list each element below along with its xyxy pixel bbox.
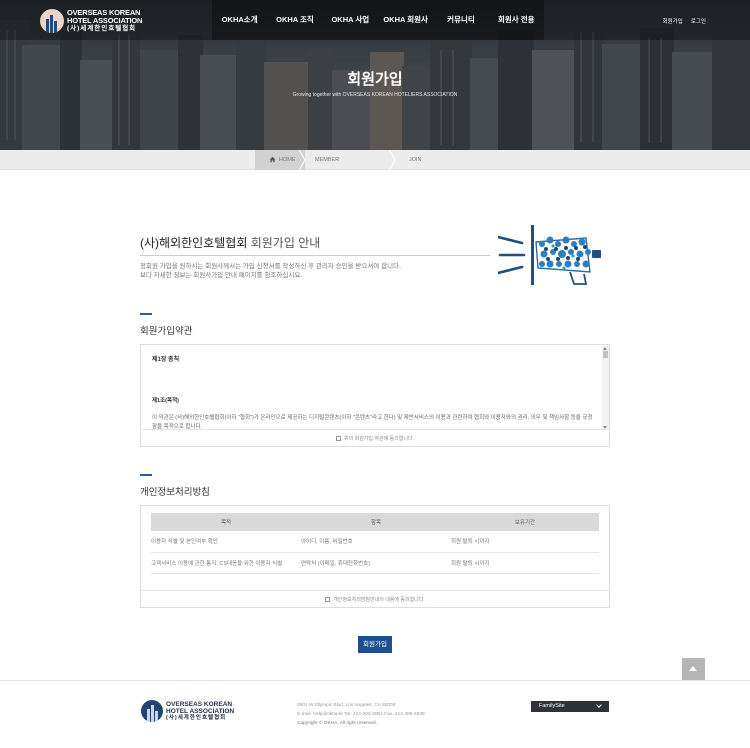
table-row: 고객서비스 이용에 관한 통지, CS대응을 위한 이용자 식별 연락처 (이메… [151,552,599,574]
terms-box: 제1장 총칙 제1조(목적) 이 약관은 (사)해외한인호텔협회(이하 "협회"… [140,344,610,447]
terms-article: 제1조(목적) [152,398,179,404]
breadcrumb-join[interactable]: JOIN [395,150,475,170]
site-logo[interactable]: OVERSEAS KOREAN HOTEL ASSOCIATION (사)세계한… [40,9,142,33]
breadcrumb-separator-icon [389,150,396,170]
login-link[interactable]: 로그인 [691,17,706,25]
family-site-select[interactable]: FamilySite [531,701,609,712]
intro-title-light: 회원가입 안내 [247,236,321,250]
page-title: 회원가입 [347,71,403,88]
column-header-purpose: 목적 [151,513,301,531]
privacy-agree[interactable]: 개인정보처리방침안내의 내용에 동의합니다. [141,596,609,603]
footer-copyright: Copyright © OKHA. All right reserved. [297,721,378,726]
scroll-up-icon[interactable] [603,347,607,350]
privacy-box: 목적 항목 보유기간 이용자 식별 및 본인여부 확인 아이디, 이름, 비밀번… [140,505,610,608]
nav-item-about[interactable]: OKHA소개 [212,0,267,40]
terms-body: 이 약관은 (사)해외한인호텔협회(이하 "협회")가 온라인으로 제공하는 디… [152,415,593,430]
intro-text-line-1: 정회원 가입을 원하시는 회원사께서는 가입 신청서를 작성하신 후 관리자 승… [140,263,401,270]
nav-item-business[interactable]: OKHA 사업 [323,0,378,40]
table-cell: 이용자 식별 및 본인여부 확인 [151,531,301,553]
column-header-retention: 보유기간 [451,513,599,531]
intro-text-line-2: 보다 자세한 정보는 회원사가입 안내 페이지를 참조하십시요. [140,272,303,279]
footer-info: 2901 W Olympic Blvd, Los Angeles, CA 900… [297,701,425,728]
footer-logo-building-icon [141,700,163,722]
table-cell: 회원 탈퇴 시까지 [451,531,599,553]
utility-links: 회원가입 로그인 [663,17,706,25]
join-link[interactable]: 회원가입 [663,17,683,25]
footer-logo-line-2: HOTEL ASSOCIATION [166,707,235,715]
terms-scroll-area[interactable]: 제1장 총칙 제1조(목적) 이 약관은 (사)해외한인호텔협회(이하 "협회"… [142,346,609,430]
table-cell: 연락처 (이메일, 휴대전화번호) [301,552,451,574]
footer-logo[interactable]: OVERSEAS KOREAN HOTEL ASSOCIATION (사)세계한… [141,700,234,722]
page-subtitle: Growing together with OVERSEAS KOREAN HO… [292,92,458,98]
scrollbar-thumb[interactable] [603,351,608,358]
nav-item-members-only[interactable]: 회원사 전용 [489,0,544,40]
breadcrumb-bar: HOME MEMBER JOIN [0,150,750,170]
breadcrumb-member-label: MEMBER [315,157,340,163]
privacy-agree-checkbox[interactable] [325,597,331,602]
footer-logo-line-1: OVERSEAS KOREAN [166,700,233,708]
breadcrumb-home[interactable]: HOME [255,150,306,170]
logo-building-icon [40,9,64,33]
section-accent-line [140,313,152,315]
footer-logo-korean: (사)세계한인호텔협회 [166,714,227,721]
terms-scrollbar[interactable] [602,346,609,429]
terms-agree[interactable]: 위의 회원가입 약관에 동의합니다. [141,435,609,442]
intro-description: 정회원 가입을 원하시는 회원사께서는 가입 신청서를 작성하신 후 관리자 승… [140,262,500,280]
table-cell: 아이디, 이름, 비밀번호 [301,531,451,553]
privacy-title: 개인정보처리방침 [140,487,210,498]
logo-line-2: HOTEL ASSOCIATION [67,16,143,25]
terms-title: 회원가입약관 [140,326,193,337]
signup-submit-button[interactable]: 회원가입 [358,636,392,653]
nav-item-organization[interactable]: OKHA 조직 [267,0,322,40]
privacy-table: 목적 항목 보유기간 이용자 식별 및 본인여부 확인 아이디, 이름, 비밀번… [151,513,599,574]
hero-banner: OVERSEAS KOREAN HOTEL ASSOCIATION (사)세계한… [0,0,750,150]
breadcrumb-home-label: HOME [279,157,296,163]
privacy-agree-label: 개인정보처리방침안내의 내용에 동의합니다. [333,597,425,603]
main-nav: OKHA소개 OKHA 조직 OKHA 사업 OKHA 회원사 커뮤니티 회원사… [212,0,544,40]
terms-chapter: 제1장 총칙 [152,357,180,363]
nav-item-community[interactable]: 커뮤니티 [433,0,488,40]
intro-heading: (사)해외한인호텔협회 회원가입 안내 [140,234,320,251]
arrow-up-icon [689,666,697,671]
logo-korean: (사)세계한인호텔협회 [67,25,137,32]
nav-item-members[interactable]: OKHA 회원사 [378,0,433,40]
column-header-items: 항목 [301,513,451,531]
footer-contact: E-mail. help@okha.kr Tel. 424-203-3004 F… [297,712,425,717]
table-cell: 고객서비스 이용에 관한 통지, CS대응을 위한 이용자 식별 [151,552,301,574]
breadcrumb: HOME MEMBER JOIN [255,150,475,170]
scroll-down-icon[interactable] [603,426,607,429]
megaphone-illustration-icon [498,225,601,285]
family-site-label: FamilySite [539,703,565,709]
footer-divider [0,680,750,681]
terms-agree-label: 위의 회원가입 약관에 동의합니다. [344,436,414,442]
breadcrumb-separator-icon [299,150,306,170]
table-row: 이용자 식별 및 본인여부 확인 아이디, 이름, 비밀번호 회원 탈퇴 시까지 [151,531,599,553]
table-cell: 회원 탈퇴 시까지 [451,552,599,574]
breadcrumb-member[interactable]: MEMBER [305,150,396,170]
terms-agree-checkbox[interactable] [336,436,342,441]
footer-address: 2901 W Olympic Blvd, Los Angeles, CA 900… [297,703,396,708]
scroll-to-top-button[interactable] [682,658,705,681]
intro-title-bold: (사)해외한인호텔협회 [140,236,248,250]
intro-divider [140,255,490,256]
home-icon [269,156,276,163]
chevron-down-icon [596,702,602,708]
breadcrumb-join-label: JOIN [409,157,422,163]
section-accent-line [140,474,152,476]
table-header-row: 목적 항목 보유기간 [151,513,599,531]
